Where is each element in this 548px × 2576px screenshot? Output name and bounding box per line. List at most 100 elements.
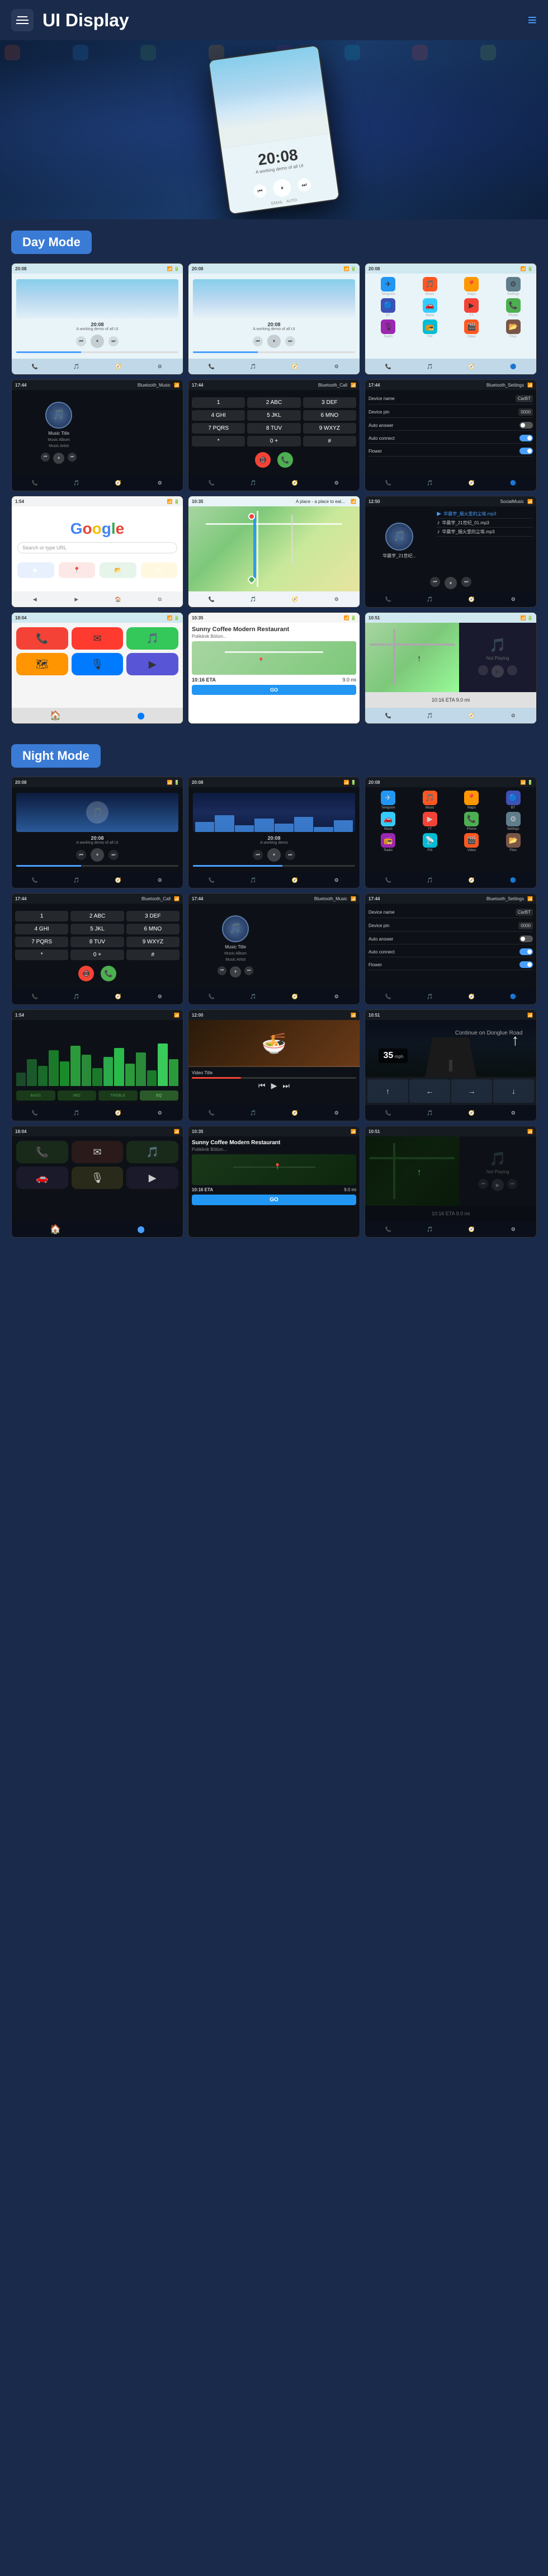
nav12-nav[interactable]: 🧭 [467,711,476,720]
n2-nav-music[interactable]: 🎵 [249,876,258,885]
lib-item-3[interactable]: ♪ 华晨宇_烟火里的尘埃.mp3 [437,528,533,537]
n3-app-telegram[interactable]: ✈ Telegram [369,791,408,810]
n4-key-0[interactable]: 0 + [70,949,124,960]
nav-phone[interactable]: 📞 [30,362,39,371]
nav6-music[interactable]: 🎵 [426,478,434,487]
nav3-bt[interactable]: 🔵 [509,362,518,371]
app-youtube[interactable]: ▶ YT [452,298,492,317]
key-9[interactable]: 9 WXYZ [303,423,356,434]
n12-nav-music[interactable]: 🎵 [426,1225,434,1234]
n3-app-phone[interactable]: 📞 Phone [452,812,492,831]
np-prev[interactable]: ⏮ [478,665,488,675]
nav5-music[interactable]: 🎵 [249,478,258,487]
key-1[interactable]: 1 [192,397,245,408]
lib-play[interactable]: ⏸ [445,577,457,589]
app-telegram[interactable]: ✈ Telegram [369,277,408,296]
n3-app-music[interactable]: 🎵 Music [410,791,450,810]
prev2[interactable]: ⏮ [253,336,263,346]
key-8[interactable]: 8 TUV [247,423,300,434]
n5-nav-nav[interactable]: 🧭 [290,992,299,1001]
nav7-back[interactable]: ◀ [30,595,39,604]
n4-key-3[interactable]: 3 DEF [126,911,179,922]
n2-nav-apps[interactable]: ⚙ [332,876,341,885]
key-star[interactable]: * [192,436,245,446]
nav2-phone[interactable]: 📞 [207,362,216,371]
cp-podcasts[interactable]: 🎙 [72,653,124,675]
n9-nav-nav[interactable]: 🧭 [467,1108,476,1117]
cp-more[interactable]: ▶ [126,653,178,675]
auto-connect-toggle[interactable] [519,435,533,441]
n3-nav-nav[interactable]: 🧭 [467,876,476,885]
bt-prev[interactable]: ⏮ [41,453,50,462]
n12-nav-nav[interactable]: 🧭 [467,1225,476,1234]
np-next[interactable]: ⏭ [507,665,517,675]
n12-nav-phone[interactable]: 📞 [384,1225,393,1234]
app-bt[interactable]: 🔵 BT [369,298,408,317]
n1-nav-nav[interactable]: 🧭 [114,876,122,885]
n11-go-btn[interactable]: GO [192,1195,356,1205]
key-4[interactable]: 4 GHI [192,410,245,421]
n1-play[interactable]: ⏸ [91,848,104,862]
nav2-apps[interactable]: ⚙ [332,362,341,371]
n1-nav-apps[interactable]: ⚙ [155,876,164,885]
nav5-apps[interactable]: ⚙ [332,478,341,487]
n10-home[interactable]: 🏠 [50,1224,61,1235]
nav9-apps[interactable]: ⚙ [509,595,518,604]
nav8-nav[interactable]: 🧭 [290,595,299,604]
n3-nav-music[interactable]: 🎵 [426,876,434,885]
device-name-val[interactable]: CarBT [516,395,533,402]
cp-music[interactable]: 🎵 [126,627,178,650]
n4-end-call[interactable]: 📵 [78,966,94,981]
cp-phone[interactable]: 📞 [16,627,68,650]
search-bar[interactable]: Search or type URL [17,542,177,553]
key-hash[interactable]: # [303,436,356,446]
n8-nav-phone[interactable]: 📞 [207,1108,216,1117]
n7-nav-apps[interactable]: ⚙ [155,1108,164,1117]
n12-prev[interactable]: ⏮ [478,1179,488,1189]
nav4-music[interactable]: 🎵 [72,478,81,487]
key-6[interactable]: 6 MNO [303,410,356,421]
nav-nav[interactable]: 🧭 [114,362,122,371]
key-7[interactable]: 7 PQRS [192,423,245,434]
n4-nav-apps[interactable]: ⚙ [155,992,164,1001]
n10-messages[interactable]: ✉ [72,1141,124,1163]
cp-maps[interactable]: 🗺 [16,653,68,675]
quick-maps[interactable]: 📍 [59,562,96,578]
n7-nav-phone[interactable]: 📞 [30,1108,39,1117]
end-call-btn[interactable]: 📵 [255,452,271,468]
next-btn[interactable]: ⏭ [108,336,119,346]
auto-answer-toggle[interactable] [519,422,533,429]
n10-waze[interactable]: 🚗 [16,1167,68,1189]
n9-btn-right[interactable]: → [451,1079,492,1103]
n4-nav-music[interactable]: 🎵 [72,992,81,1001]
n8-nav-nav[interactable]: 🧭 [290,1108,299,1117]
bt-play[interactable]: ⏸ [53,453,64,464]
n4-key-9[interactable]: 9 WXYZ [126,937,179,947]
n6-dp-val[interactable]: 0000 [518,922,533,929]
n7-btn3[interactable]: TREBLE [98,1090,138,1101]
n4-call-btn[interactable]: 📞 [101,966,116,981]
lib-item-2[interactable]: ♪ 华晨宇_21世纪_01.mp3 [437,519,533,528]
n4-key-4[interactable]: 4 GHI [15,924,68,934]
n3-app-yt[interactable]: ▶ YT [410,812,450,831]
nav8-phone[interactable]: 📞 [207,595,216,604]
app-more1[interactable]: 🎙 Radio [369,319,408,339]
n12-next[interactable]: ⏭ [507,1179,517,1189]
nav12-music[interactable]: 🎵 [426,711,434,720]
n3-nav-phone[interactable]: 📞 [384,876,393,885]
nav3-phone[interactable]: 📞 [384,362,393,371]
n7-nav-nav[interactable]: 🧭 [114,1108,122,1117]
n4-key-2[interactable]: 2 ABC [70,911,124,922]
nav9-nav[interactable]: 🧭 [467,595,476,604]
app-phone[interactable]: 📞 Phone [494,298,533,317]
quick-gmail[interactable]: ✉ [141,562,178,578]
bt-next[interactable]: ⏭ [68,453,77,462]
nav-apps[interactable]: ⚙ [155,362,164,371]
app-more4[interactable]: 📂 Files [494,319,533,339]
key-0[interactable]: 0 + [247,436,300,446]
lib-next[interactable]: ⏭ [461,577,471,587]
n3-app-maps[interactable]: 📍 Maps [452,791,492,810]
n6-nav-bt[interactable]: 🔵 [509,992,518,1001]
n2-next[interactable]: ⏭ [285,850,295,860]
n1-next[interactable]: ⏭ [108,850,119,860]
